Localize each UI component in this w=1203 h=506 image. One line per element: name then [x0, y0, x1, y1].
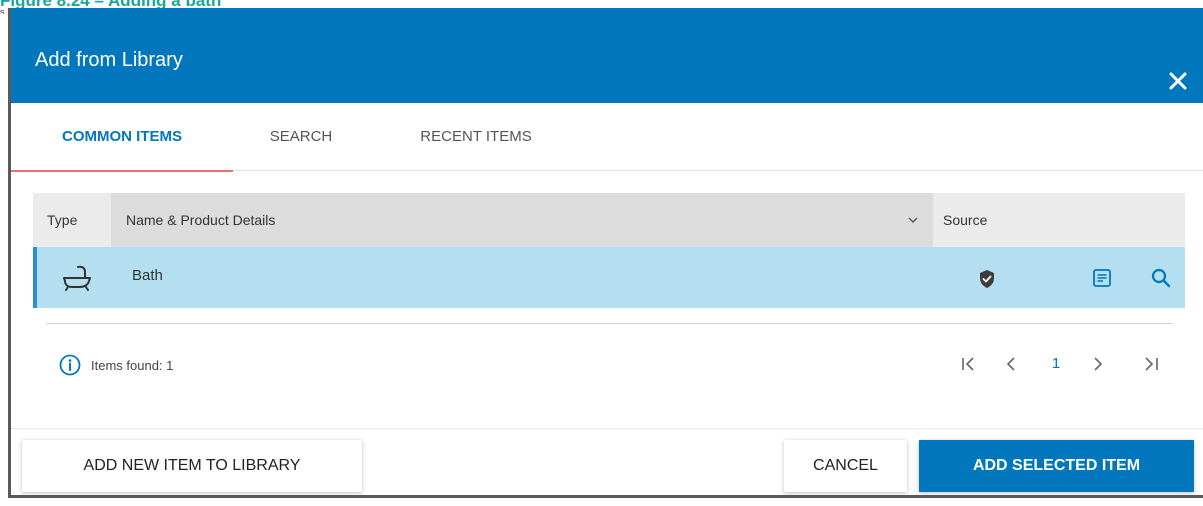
items-table: Type Name & Product Details Source Bath — [33, 193, 1185, 308]
tab-recent-items[interactable]: RECENT ITEMS — [401, 103, 551, 171]
background-text: s — [0, 9, 5, 14]
previous-page-icon[interactable] — [999, 352, 1025, 376]
search-icon[interactable] — [1150, 267, 1172, 289]
items-found-text: Items found: 1 — [91, 357, 174, 373]
cancel-button[interactable]: CANCEL — [784, 440, 907, 492]
table-header: Type Name & Product Details Source — [33, 193, 1185, 247]
last-page-icon[interactable] — [1138, 352, 1164, 376]
close-button[interactable] — [1167, 70, 1189, 92]
column-header-name[interactable]: Name & Product Details — [111, 193, 933, 247]
first-page-icon[interactable] — [956, 352, 982, 376]
tab-common-items[interactable]: COMMON ITEMS — [11, 103, 233, 172]
chevron-down-icon[interactable] — [907, 215, 919, 225]
dialog-title: Add from Library — [35, 49, 183, 71]
items-status: Items found: 1 — [59, 353, 173, 377]
shield-check-icon — [980, 270, 994, 288]
info-icon — [59, 354, 81, 376]
table-divider — [46, 323, 1173, 324]
add-selected-item-button[interactable]: ADD SELECTED ITEM — [919, 440, 1194, 492]
item-name: Bath — [132, 267, 163, 284]
column-header-type: Type — [33, 193, 111, 247]
bathtub-icon — [63, 265, 91, 291]
close-icon — [1169, 72, 1187, 90]
next-page-icon[interactable] — [1084, 352, 1110, 376]
tab-bar: COMMON ITEMS SEARCH RECENT ITEMS — [11, 103, 1203, 172]
dialog-header: Add from Library — [11, 8, 1203, 103]
details-icon[interactable] — [1092, 268, 1112, 288]
actions-divider — [11, 428, 1203, 429]
column-header-source: Source — [933, 193, 1185, 247]
add-new-item-button[interactable]: ADD NEW ITEM TO LIBRARY — [22, 440, 362, 492]
table-row[interactable]: Bath — [33, 247, 1185, 308]
add-from-library-dialog: Add from Library COMMON ITEMS SEARCH REC… — [8, 8, 1203, 498]
tab-search[interactable]: SEARCH — [261, 103, 341, 171]
current-page[interactable]: 1 — [1043, 352, 1069, 376]
